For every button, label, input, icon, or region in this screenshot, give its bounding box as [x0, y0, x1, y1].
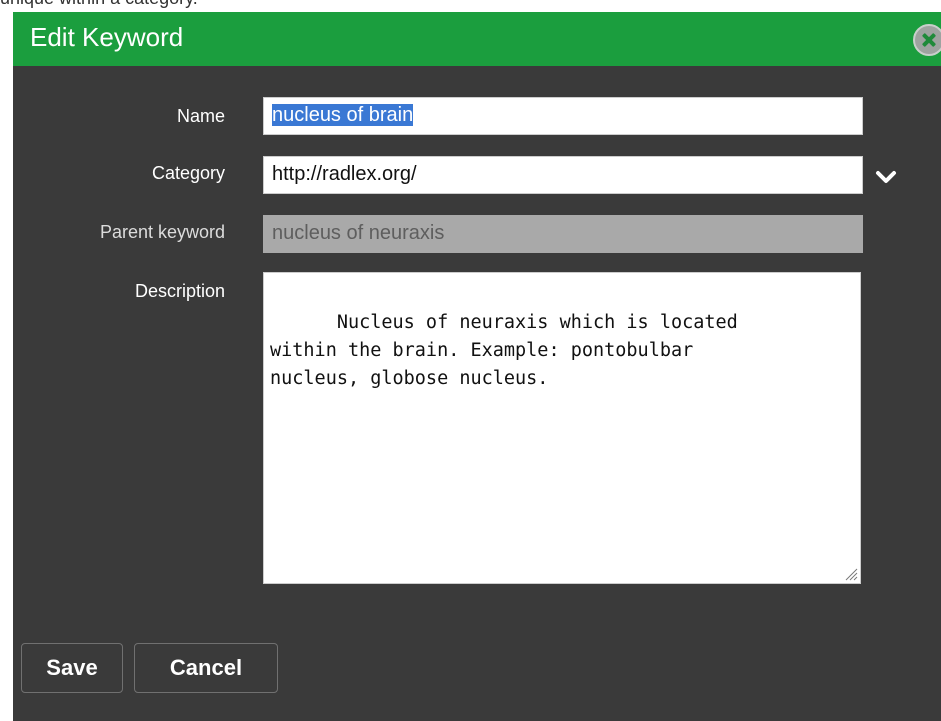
- save-button[interactable]: Save: [21, 643, 123, 693]
- category-select-value: http://radlex.org/: [272, 163, 417, 185]
- edit-keyword-dialog: Edit Keyword Name nucleus of brain Categ…: [13, 12, 941, 721]
- background-page-text: unique within a category.: [0, 0, 198, 9]
- parent-keyword-value: nucleus of neuraxis: [272, 222, 445, 244]
- description-value: Nucleus of neuraxis which is located wit…: [270, 312, 738, 389]
- resize-grip-icon[interactable]: [844, 567, 858, 581]
- parent-keyword-label: Parent keyword: [99, 222, 225, 242]
- name-label: Name: [176, 106, 225, 126]
- dialog-titlebar: Edit Keyword: [13, 12, 941, 66]
- close-icon[interactable]: [913, 24, 941, 56]
- description-textarea[interactable]: Nucleus of neuraxis which is located wit…: [263, 272, 861, 584]
- parent-keyword-input: nucleus of neuraxis: [263, 215, 863, 253]
- cancel-button[interactable]: Cancel: [134, 643, 278, 693]
- dialog-title: Edit Keyword: [30, 22, 184, 52]
- name-input-value: nucleus of brain: [272, 104, 414, 126]
- category-label: Category: [151, 163, 225, 183]
- chevron-down-icon[interactable]: [873, 168, 899, 188]
- screen: unique within a category. Edit Keyword N…: [0, 0, 941, 721]
- name-input[interactable]: nucleus of brain: [263, 97, 863, 135]
- category-select[interactable]: http://radlex.org/: [263, 156, 863, 194]
- description-label: Description: [134, 281, 225, 301]
